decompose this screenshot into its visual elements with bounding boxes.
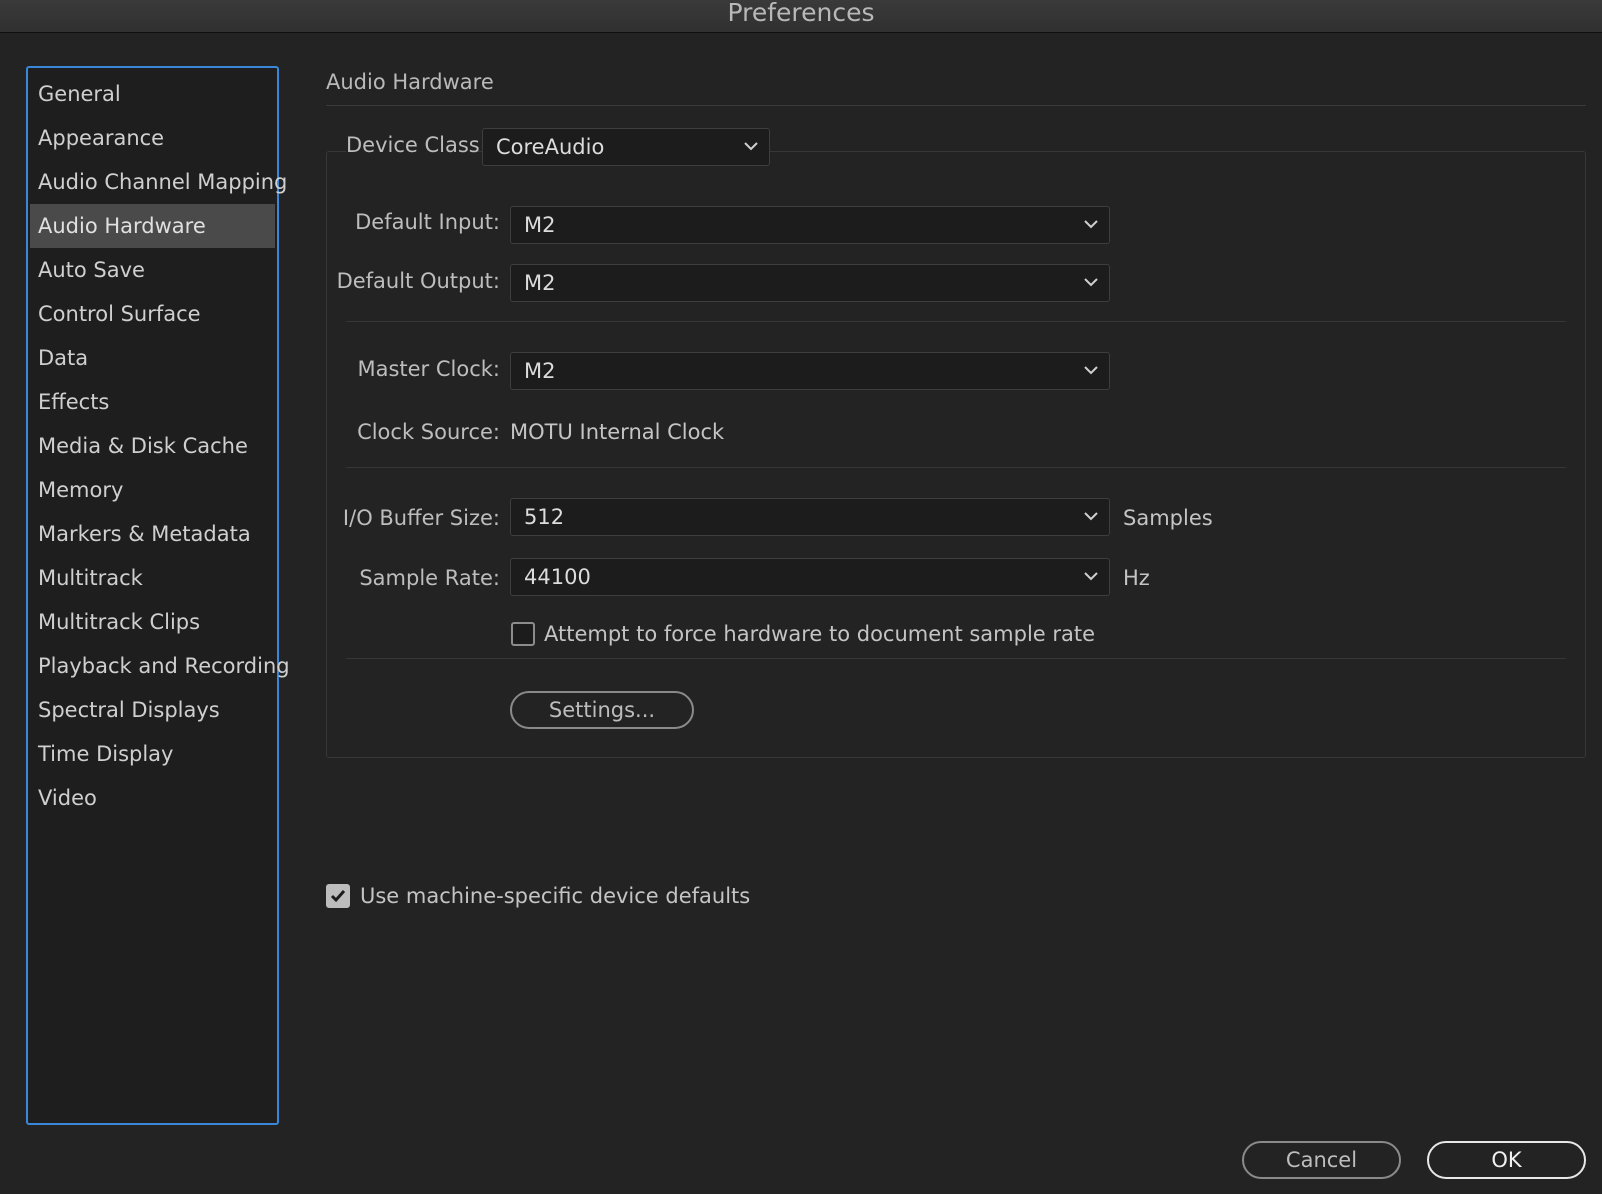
sidebar-item-multitrack[interactable]: Multitrack — [28, 556, 277, 600]
section-divider — [326, 105, 1586, 106]
master-clock-value: M2 — [524, 359, 556, 383]
cancel-button[interactable]: Cancel — [1242, 1141, 1401, 1179]
io-buffer-size-value: 512 — [524, 505, 565, 529]
default-input-value: M2 — [524, 213, 556, 237]
chevron-down-icon — [1084, 366, 1098, 375]
settings-button[interactable]: Settings... — [510, 691, 694, 729]
clock-source-label: Clock Source: — [357, 420, 500, 444]
title-bar: Preferences — [0, 0, 1602, 33]
chevron-down-icon — [1084, 572, 1098, 581]
group-divider — [346, 658, 1566, 659]
ok-button[interactable]: OK — [1427, 1141, 1586, 1179]
sample-rate-dropdown[interactable]: 44100 — [510, 558, 1110, 596]
io-buffer-unit: Samples — [1123, 506, 1213, 530]
sidebar-item-video[interactable]: Video — [28, 776, 277, 820]
chevron-down-icon — [744, 142, 758, 151]
master-clock-dropdown[interactable]: M2 — [510, 352, 1110, 390]
sidebar-item-appearance[interactable]: Appearance — [28, 116, 277, 160]
default-output-value: M2 — [524, 271, 556, 295]
preferences-category-list[interactable]: General Appearance Audio Channel Mapping… — [26, 66, 290, 1125]
sidebar-item-general[interactable]: General — [28, 72, 277, 116]
sidebar-item-memory[interactable]: Memory — [28, 468, 277, 512]
sample-rate-label: Sample Rate: — [359, 566, 500, 590]
machine-defaults-checkbox[interactable] — [326, 884, 350, 908]
chevron-down-icon — [1084, 220, 1098, 229]
sidebar-item-data[interactable]: Data — [28, 336, 277, 380]
master-clock-label: Master Clock: — [357, 357, 500, 381]
sidebar-item-control-surface[interactable]: Control Surface — [28, 292, 277, 336]
sidebar-item-markers-metadata[interactable]: Markers & Metadata — [28, 512, 277, 556]
default-output-label: Default Output: — [336, 269, 500, 293]
group-divider — [346, 321, 1566, 322]
device-class-dropdown[interactable]: CoreAudio — [482, 128, 770, 166]
default-input-dropdown[interactable]: M2 — [510, 206, 1110, 244]
machine-defaults-label[interactable]: Use machine-specific device defaults — [360, 884, 750, 908]
io-buffer-size-dropdown[interactable]: 512 — [510, 498, 1110, 536]
sidebar-item-audio-channel-mapping[interactable]: Audio Channel Mapping — [28, 160, 287, 204]
clock-source-value: MOTU Internal Clock — [510, 420, 725, 444]
sidebar-item-media-disk-cache[interactable]: Media & Disk Cache — [28, 424, 277, 468]
group-divider — [346, 467, 1566, 468]
io-buffer-size-label: I/O Buffer Size: — [342, 506, 500, 530]
preferences-window: Preferences General Appearance Audio Cha… — [0, 0, 1602, 1194]
section-title: Audio Hardware — [326, 70, 494, 94]
sidebar-item-playback-recording[interactable]: Playback and Recording — [28, 644, 290, 688]
sidebar-item-time-display[interactable]: Time Display — [28, 732, 277, 776]
sidebar-item-audio-hardware[interactable]: Audio Hardware — [30, 204, 275, 248]
checkmark-icon — [330, 890, 346, 903]
window-title: Preferences — [727, 0, 875, 27]
chevron-down-icon — [1084, 512, 1098, 521]
default-output-dropdown[interactable]: M2 — [510, 264, 1110, 302]
default-input-label: Default Input: — [355, 210, 500, 234]
chevron-down-icon — [1084, 278, 1098, 287]
force-sample-rate-checkbox[interactable] — [511, 622, 535, 646]
device-class-value: CoreAudio — [496, 135, 605, 159]
sidebar-item-spectral-displays[interactable]: Spectral Displays — [28, 688, 277, 732]
sidebar-item-multitrack-clips[interactable]: Multitrack Clips — [28, 600, 277, 644]
sidebar-item-effects[interactable]: Effects — [28, 380, 277, 424]
device-class-label: Device Class: — [346, 133, 487, 157]
force-sample-rate-label[interactable]: Attempt to force hardware to document sa… — [544, 622, 1095, 646]
sample-rate-value: 44100 — [524, 565, 591, 589]
sample-rate-unit: Hz — [1123, 566, 1150, 590]
sidebar-item-auto-save[interactable]: Auto Save — [28, 248, 277, 292]
